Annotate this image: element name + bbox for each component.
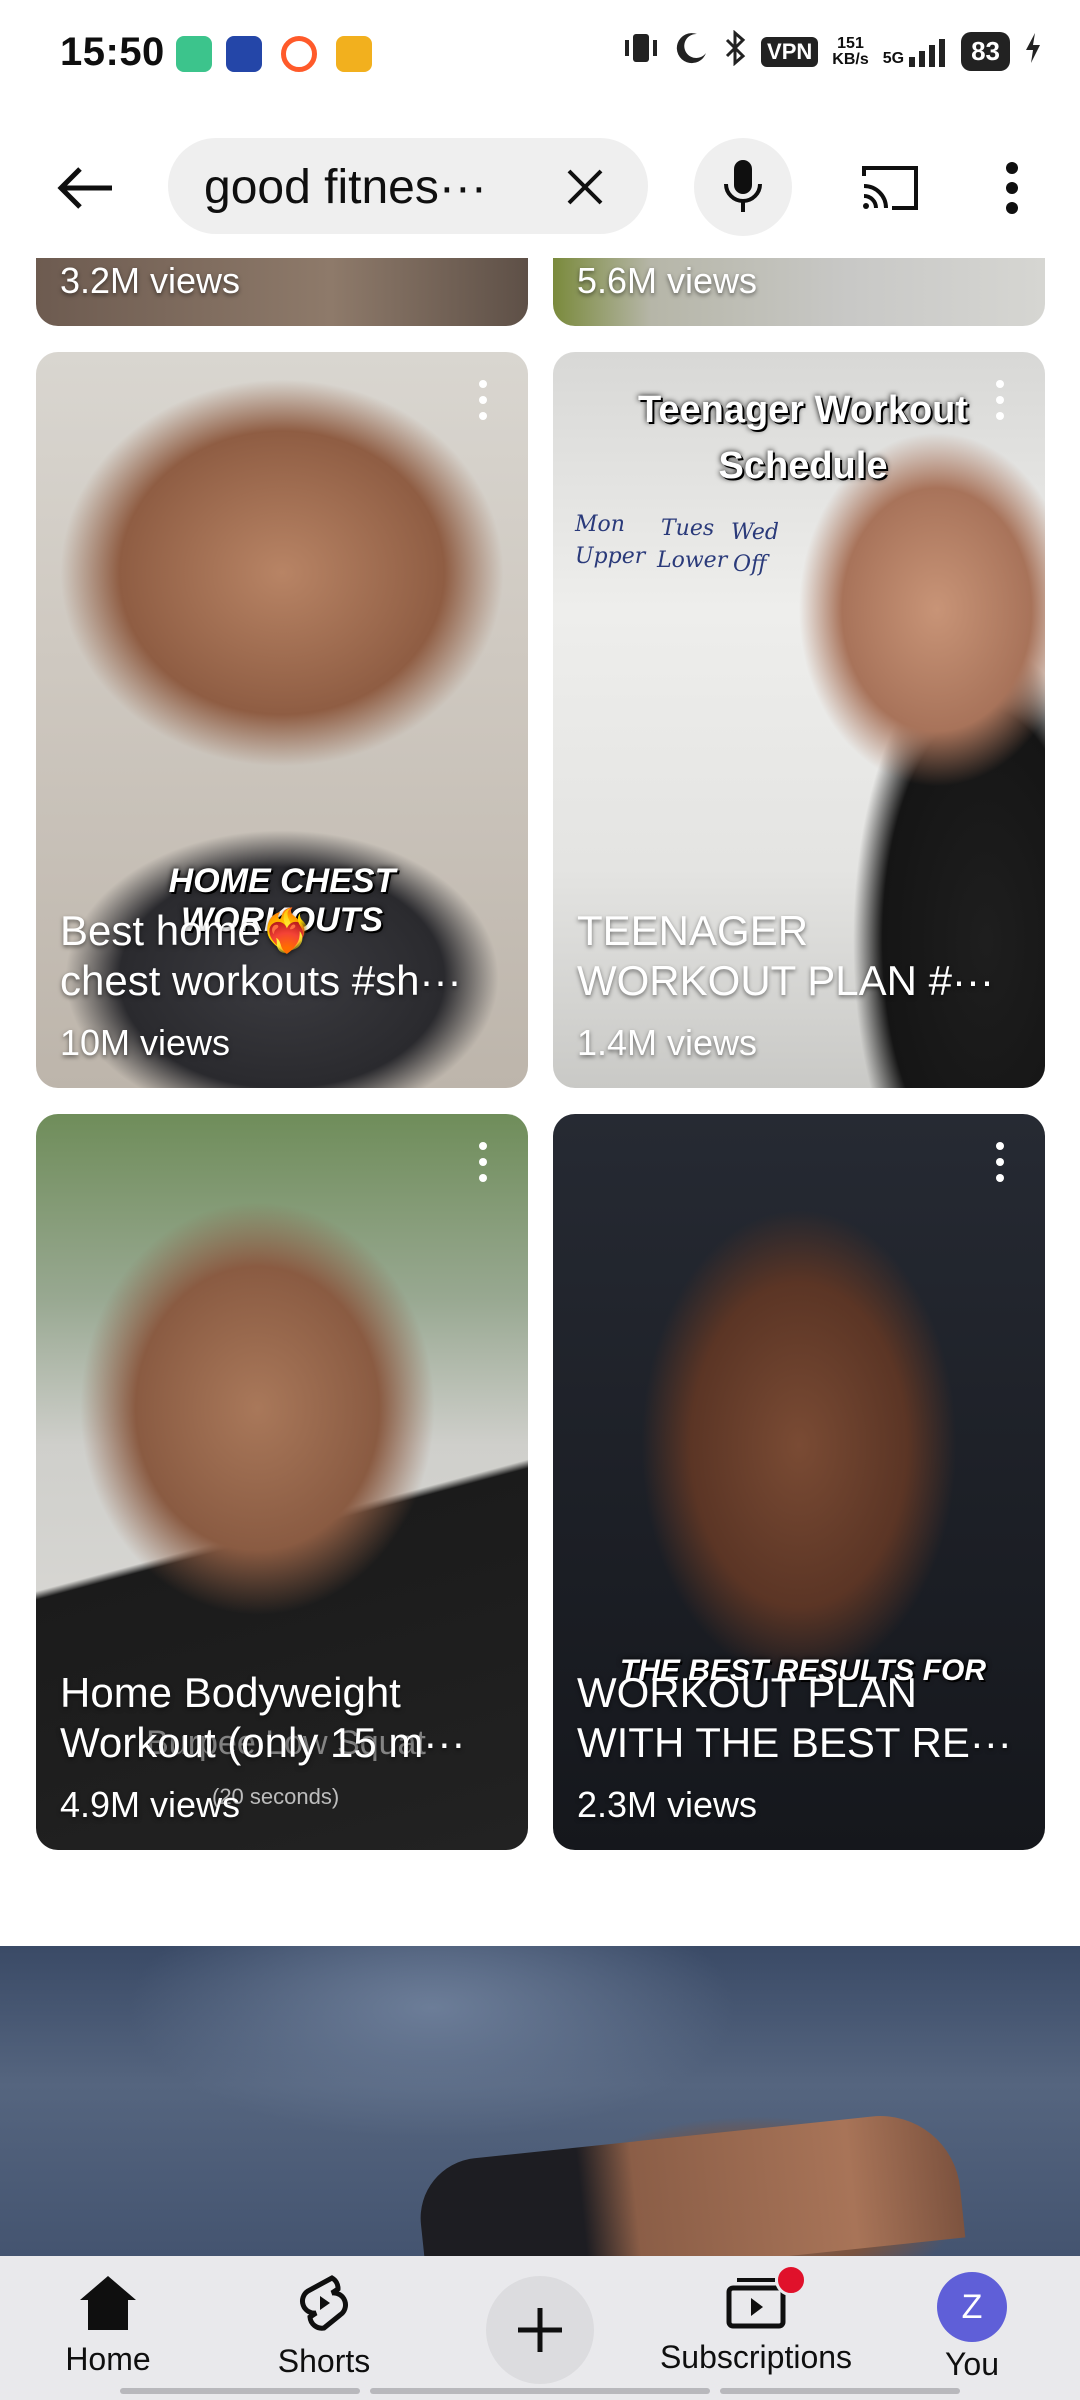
do-not-disturb-moon-icon	[675, 31, 709, 72]
search-header: good fitnes···	[0, 120, 1080, 260]
view-count: 1.4M views	[577, 1022, 758, 1063]
nav-label: You	[945, 2346, 999, 2382]
search-query: good fitnes···	[204, 161, 487, 214]
more-vertical-icon[interactable]	[995, 380, 1005, 420]
close-icon	[567, 169, 603, 205]
charging-icon	[1024, 31, 1042, 72]
video-title: WORKOUT PLAN WITH THE BEST RE···	[577, 1669, 1012, 1766]
signal-icon: 5G	[883, 37, 947, 67]
video-thumbnail-large[interactable]	[0, 1946, 1080, 2256]
thumbnail-caption: Teenager Workout Schedule	[637, 389, 969, 487]
video-title: Best home❤️‍🔥 chest workouts #sh···	[60, 907, 462, 1004]
nav-label: Subscriptions	[659, 2339, 853, 2375]
more-vertical-icon[interactable]	[995, 1142, 1005, 1182]
search-input[interactable]: good fitnes···	[168, 138, 648, 234]
board-text: Off	[733, 552, 767, 577]
vpn-badge: VPN	[761, 36, 819, 67]
view-count: 2.3M views	[577, 1784, 758, 1825]
vibrate-icon	[621, 30, 661, 73]
short-card-partial[interactable]: 5.6M views	[553, 258, 1045, 326]
short-card[interactable]: Burpee Low Squat (20 seconds) Home Bodyw…	[36, 1114, 528, 1850]
more-vertical-icon[interactable]	[478, 1142, 488, 1182]
cast-icon	[862, 166, 918, 210]
bottom-navigation: Home Shorts Subscriptions Z You	[0, 2256, 1080, 2400]
speed-unit: KB/s	[832, 50, 869, 68]
board-text: Lower	[657, 548, 728, 573]
notification-dot	[775, 2264, 807, 2296]
back-arrow-icon	[57, 167, 112, 209]
short-card[interactable]: THE BEST RESULTS FOR WORKOUT PLAN WITH T…	[553, 1114, 1045, 1850]
short-card-partial[interactable]: 3.2M views	[36, 258, 528, 326]
view-count: 4.9M views	[60, 1784, 241, 1825]
gesture-bar	[120, 2388, 960, 2394]
nav-shorts[interactable]: Shorts	[244, 2272, 404, 2380]
view-count: 5.6M views	[577, 260, 758, 301]
whiteboard-schedule: Mon Upper Tues Lower Wed Off	[561, 512, 861, 592]
more-vertical-icon[interactable]	[478, 380, 488, 420]
nav-home[interactable]: Home	[28, 2272, 188, 2378]
video-title: Home Bodyweight Workout (only 15 m···	[60, 1669, 466, 1766]
view-count: 3.2M views	[60, 260, 241, 301]
voice-search-button[interactable]	[694, 138, 792, 236]
speed-value: 151	[837, 34, 864, 52]
nav-you[interactable]: Z You	[892, 2272, 1052, 2383]
network-speed: 151 KB/s	[832, 34, 869, 68]
board-text: Tues	[661, 516, 715, 541]
plus-icon	[518, 2308, 562, 2352]
app-notification-icon	[281, 36, 317, 72]
system-status: VPN 151 KB/s 5G 83	[621, 29, 1042, 73]
board-text: Wed	[731, 520, 779, 545]
more-vertical-icon	[1006, 162, 1018, 214]
app-notification-icon	[176, 36, 212, 72]
create-button[interactable]	[486, 2276, 594, 2384]
status-bar: 15:50 VPN 151 KB/s 5G 83	[0, 0, 1080, 110]
nav-label: Home	[65, 2341, 151, 2377]
nav-subscriptions[interactable]: Subscriptions	[660, 2264, 852, 2376]
app-notification-icon	[336, 36, 372, 72]
shorts-icon	[300, 2275, 348, 2331]
avatar: Z	[937, 2272, 1007, 2342]
app-notification-icon	[226, 36, 262, 72]
video-title: TEENAGER WORKOUT PLAN #···	[577, 907, 994, 1004]
status-time: 15:50	[60, 30, 165, 74]
battery-level: 83	[961, 32, 1010, 71]
short-card[interactable]: Mon Upper Tues Lower Wed Off Teenager Wo…	[553, 352, 1045, 1088]
clear-search-button[interactable]	[560, 162, 610, 212]
bluetooth-icon	[723, 29, 747, 73]
nav-label: Shorts	[277, 2343, 371, 2379]
microphone-icon	[724, 160, 762, 212]
network-type: 5G	[882, 49, 905, 67]
thumbnail-figure	[414, 2108, 966, 2256]
more-options-button[interactable]	[990, 156, 1034, 220]
back-button[interactable]	[46, 156, 126, 220]
board-text: Upper	[575, 544, 646, 569]
notification-icons	[176, 36, 372, 72]
view-count: 10M views	[60, 1022, 231, 1063]
cast-button[interactable]	[850, 156, 930, 220]
short-card[interactable]: HOME CHEST WORKOUTS Best home❤️‍🔥 chest …	[36, 352, 528, 1088]
board-text: Mon	[575, 512, 625, 537]
home-icon	[80, 2276, 136, 2330]
